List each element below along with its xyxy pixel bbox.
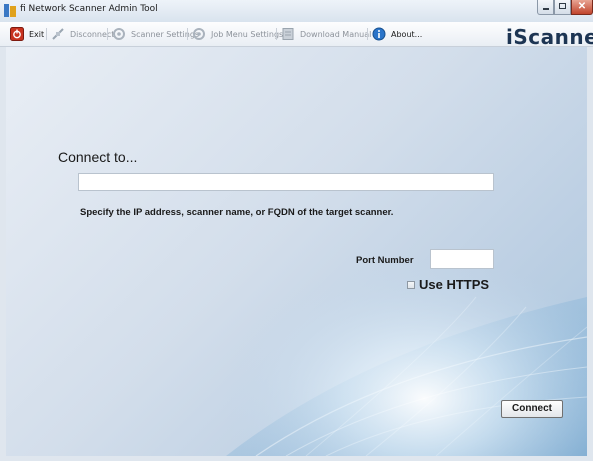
background-swoosh: [6, 47, 587, 456]
maximize-button[interactable]: [554, 0, 571, 15]
job-menu-settings-icon: [192, 27, 206, 41]
minimize-icon: [543, 8, 549, 10]
exit-icon: [10, 27, 24, 41]
toolbar-about-label: About...: [391, 29, 423, 39]
logo-text: Scanner: [513, 25, 593, 49]
use-https-checkbox[interactable]: [407, 281, 415, 289]
connect-to-heading: Connect to...: [58, 149, 138, 165]
scanner-address-input[interactable]: [78, 173, 494, 191]
toolbar-separator: [187, 28, 188, 40]
close-icon: ✕: [577, 1, 587, 12]
toolbar-separator: [107, 28, 108, 40]
port-number-label: Port Number: [356, 255, 414, 266]
close-button[interactable]: ✕: [571, 0, 593, 15]
toolbar-download-manual[interactable]: Download Manual: [281, 26, 371, 42]
connect-button[interactable]: Connect: [501, 400, 563, 418]
app-window: fi Network Scanner Admin Tool ✕ Exit Dis…: [0, 0, 593, 461]
scanner-settings-icon: [112, 27, 126, 41]
toolbar-separator: [46, 28, 47, 40]
disconnect-icon: [51, 27, 65, 41]
maximize-icon: [559, 3, 566, 9]
toolbar: Exit Disconnect Scanner Settings Job Men…: [0, 22, 593, 47]
toolbar-exit-label: Exit: [29, 29, 45, 39]
port-number-input[interactable]: [430, 249, 494, 269]
toolbar-download-manual-label: Download Manual: [300, 29, 372, 39]
download-manual-icon: [281, 27, 295, 41]
toolbar-scanner-settings-label: Scanner Settings: [131, 29, 200, 39]
toolbar-exit[interactable]: Exit: [10, 26, 44, 42]
toolbar-disconnect[interactable]: Disconnect: [51, 26, 114, 42]
toolbar-job-menu-settings[interactable]: Job Menu Settings: [192, 26, 283, 42]
use-https-label[interactable]: Use HTTPS: [419, 277, 489, 292]
window-bottom-border: [0, 456, 593, 461]
toolbar-separator: [276, 28, 277, 40]
toolbar-about[interactable]: About...: [372, 26, 422, 42]
window-title: fi Network Scanner Admin Tool: [20, 4, 158, 14]
iscanner-logo: iScanner: [506, 25, 593, 49]
title-bar[interactable]: fi Network Scanner Admin Tool ✕: [0, 0, 593, 22]
address-hint-text: Specify the IP address, scanner name, or…: [80, 207, 394, 218]
about-icon: [372, 27, 386, 41]
toolbar-job-menu-settings-label: Job Menu Settings: [211, 29, 284, 39]
toolbar-separator: [367, 28, 368, 40]
app-icon: [4, 4, 16, 17]
connect-panel: Connect to... Specify the IP address, sc…: [6, 47, 587, 456]
minimize-button[interactable]: [537, 0, 554, 15]
